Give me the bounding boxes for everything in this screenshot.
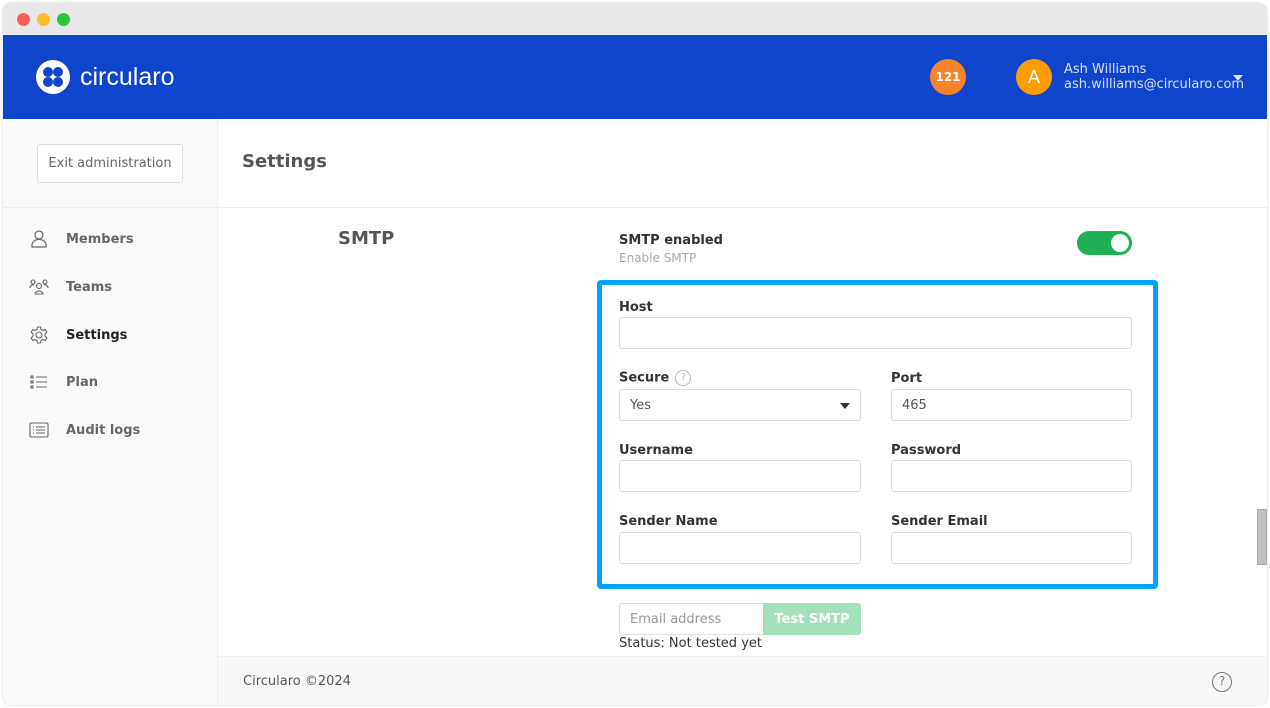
username-label: Username	[619, 443, 693, 458]
gear-icon	[30, 326, 48, 344]
sidebar-item-label: Audit logs	[66, 422, 141, 438]
smtp-enabled-label: SMTP enabled	[619, 233, 723, 248]
minimize-window-button[interactable]	[37, 13, 50, 26]
user-name: Ash Williams	[1064, 62, 1147, 77]
logo-icon	[36, 60, 70, 94]
sender-email-input[interactable]	[891, 532, 1132, 564]
maximize-window-button[interactable]	[57, 13, 70, 26]
username-input[interactable]	[619, 460, 861, 492]
host-input[interactable]	[619, 317, 1132, 349]
chevron-down-icon[interactable]	[1233, 75, 1243, 81]
avatar[interactable]: A	[1016, 59, 1052, 95]
secure-label-text: Secure	[619, 370, 670, 386]
user-info[interactable]: Ash Williams ash.williams@circularo.com	[1064, 62, 1244, 92]
user-icon	[31, 230, 47, 248]
sidebar: Exit administration Members Teams Settin…	[3, 119, 218, 705]
sidebar-item-label: Members	[66, 231, 134, 247]
logo[interactable]: circularo	[36, 60, 174, 94]
test-email-input[interactable]: Email address	[619, 603, 765, 635]
divider	[3, 207, 217, 208]
sidebar-item-plan[interactable]: Plan	[29, 372, 98, 392]
test-status: Status: Not tested yet	[619, 636, 762, 651]
secure-value: Yes	[630, 397, 651, 413]
title-bar	[3, 3, 1267, 35]
secure-select[interactable]: Yes	[619, 389, 861, 421]
sidebar-item-settings[interactable]: Settings	[29, 325, 127, 345]
brand-name: circularo	[80, 62, 175, 91]
sender-name-label: Sender Name	[619, 514, 718, 529]
smtp-enabled-description: Enable SMTP	[619, 251, 697, 265]
sidebar-item-label: Teams	[66, 279, 113, 295]
copyright: Circularo ©2024	[243, 674, 351, 689]
footer: Circularo ©2024 ?	[218, 656, 1267, 705]
scrollbar[interactable]	[1257, 509, 1267, 565]
sender-name-input[interactable]	[619, 532, 861, 564]
section-title: SMTP	[338, 228, 395, 249]
notification-badge[interactable]: 121	[930, 59, 966, 95]
smtp-enabled-toggle[interactable]	[1077, 231, 1132, 255]
users-icon	[29, 279, 49, 295]
divider	[218, 207, 1267, 208]
help-icon[interactable]: ?	[1212, 672, 1232, 692]
sidebar-item-members[interactable]: Members	[29, 229, 134, 249]
sidebar-item-teams[interactable]: Teams	[29, 277, 112, 297]
host-label: Host	[619, 300, 653, 315]
port-label: Port	[891, 371, 923, 386]
help-icon[interactable]: ?	[675, 370, 692, 386]
close-window-button[interactable]	[17, 13, 30, 26]
sender-email-label: Sender Email	[891, 514, 988, 529]
list-icon	[30, 375, 47, 389]
user-email: ash.williams@circularo.com	[1064, 77, 1245, 92]
caret-down-icon	[840, 403, 850, 409]
port-input[interactable]: 465	[891, 389, 1132, 421]
sidebar-item-label: Plan	[66, 374, 99, 390]
test-smtp-button[interactable]: Test SMTP	[763, 603, 861, 635]
sidebar-item-audit-logs[interactable]: Audit logs	[29, 420, 140, 440]
log-icon	[29, 422, 49, 438]
page-title: Settings	[242, 151, 327, 172]
secure-label: Secure?	[619, 370, 692, 386]
app-window: circularo 121 A Ash Williams ash.william…	[3, 3, 1267, 705]
sidebar-item-label: Settings	[66, 327, 128, 343]
password-input[interactable]	[891, 460, 1132, 492]
top-header: circularo 121 A Ash Williams ash.william…	[3, 35, 1267, 119]
exit-administration-button[interactable]: Exit administration	[37, 144, 183, 183]
password-label: Password	[891, 443, 962, 458]
